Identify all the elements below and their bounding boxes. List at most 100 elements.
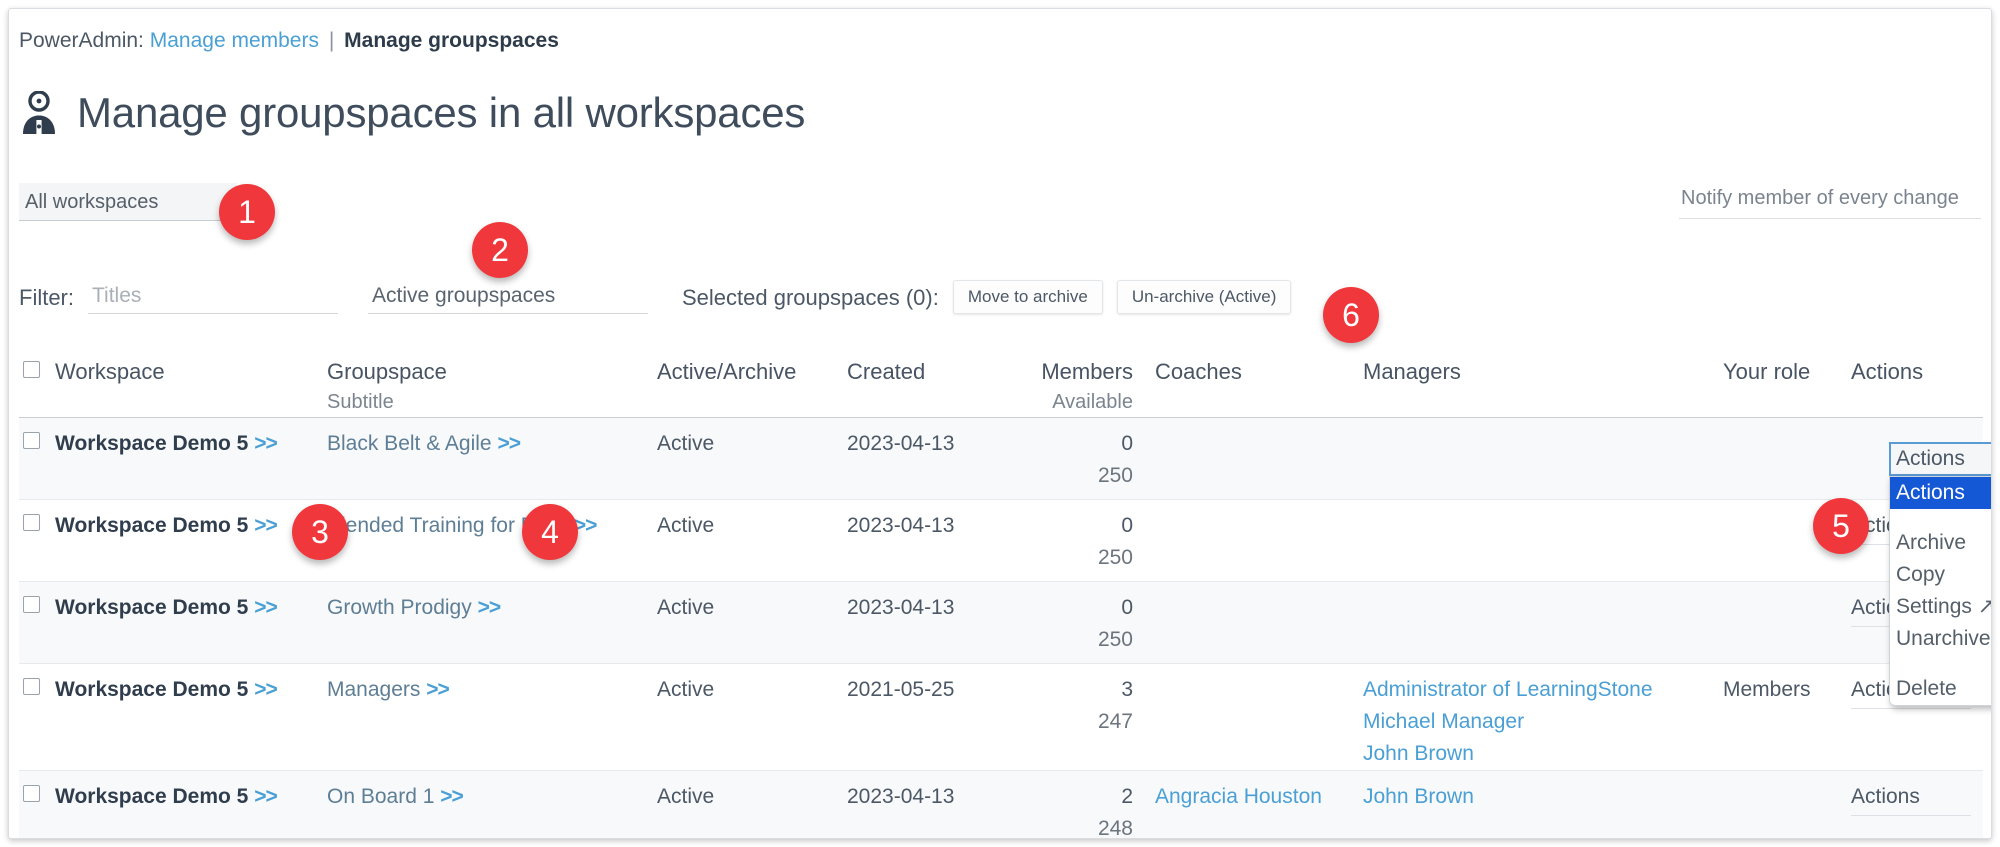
header-managers[interactable]: Managers (1363, 357, 1715, 387)
header-groupspace[interactable]: Groupspace (327, 357, 649, 387)
groupspace-name[interactable]: Growth Prodigy (327, 596, 472, 619)
members-cell: 0 250 (1015, 592, 1155, 656)
groupspace-cell: Blended Training for Pro's >> (327, 510, 657, 542)
created-cell: 2023-04-13 (847, 785, 955, 808)
workspace-cell: Workspace Demo 5 >> (55, 674, 327, 706)
row-checkbox[interactable] (23, 596, 40, 613)
breadcrumb-link-manage-members[interactable]: Manage members (150, 29, 319, 52)
person-link[interactable]: Michael Manager (1363, 706, 1715, 738)
members-cell: 3 247 (1015, 674, 1155, 738)
dropdown-option[interactable]: Delete (1890, 673, 1991, 705)
workspace-cell: Workspace Demo 5 >> (55, 428, 327, 460)
groupspace-cell: Black Belt & Agile >> (327, 428, 657, 460)
filter-toolbar: Filter: Active groupspaces Selected grou… (19, 274, 1292, 314)
dropdown-separator (1890, 509, 1991, 527)
state-cell: Active (657, 596, 715, 619)
created-cell: 2021-05-25 (847, 678, 955, 701)
created-cell: 2023-04-13 (847, 596, 955, 619)
created-cell: 2023-04-13 (847, 432, 955, 455)
filter-label: Filter: (19, 285, 74, 310)
annotation-marker-4: 4 (522, 504, 578, 560)
dropdown-option[interactable]: Archive (1890, 527, 1991, 559)
groupspace-name[interactable]: On Board 1 (327, 785, 434, 808)
workspace-open-link[interactable]: >> (254, 785, 278, 808)
dropdown-option[interactable]: Copy (1890, 559, 1991, 591)
move-to-archive-button[interactable]: Move to archive (952, 280, 1103, 314)
dropdown-option[interactable]: Settings ↗ (1890, 591, 1991, 623)
groupspace-cell: Managers >> (327, 674, 657, 706)
header-active-archive[interactable]: Active/Archive (657, 357, 839, 387)
header-coaches[interactable]: Coaches (1155, 357, 1355, 387)
annotation-marker-6: 6 (1323, 287, 1379, 343)
workspace-name: Workspace Demo 5 (55, 432, 249, 455)
groupspaces-table: Workspace Groupspace Subtitle Active/Arc… (19, 349, 1983, 838)
person-link[interactable]: John Brown (1363, 781, 1715, 813)
actions-cell: Actions (1851, 781, 1981, 816)
workspace-open-link[interactable]: >> (254, 678, 278, 701)
managers-cell: John Brown (1363, 781, 1723, 813)
row-select-cell (19, 592, 55, 613)
notify-member-label: Notify member of every change (1681, 187, 1959, 209)
groupspace-open-link[interactable]: >> (426, 678, 450, 701)
role-cell: Members (1723, 678, 1811, 701)
table-body: Workspace Demo 5 >> Black Belt & Agile >>… (19, 418, 1983, 838)
workspace-scope-select[interactable]: All workspaces (19, 183, 237, 221)
row-checkbox[interactable] (23, 678, 40, 695)
members-cell: 0 250 (1015, 510, 1155, 574)
page-title-row: Manage groupspaces in all workspaces (19, 89, 805, 137)
user-admin-icon (23, 91, 55, 134)
groupspace-cell: On Board 1 >> (327, 781, 657, 813)
actions-dropdown-trigger[interactable]: Actions (1889, 442, 1991, 476)
selected-groupspaces-label: Selected groupspaces (0): (682, 285, 939, 310)
annotation-marker-2: 2 (472, 222, 528, 278)
workspace-name: Workspace Demo 5 (55, 678, 249, 701)
dropdown-option[interactable]: Unarchive (1890, 623, 1991, 655)
groupspace-open-link[interactable]: >> (440, 785, 464, 808)
dropdown-separator (1890, 655, 1991, 673)
select-all-checkbox[interactable] (23, 361, 40, 378)
row-checkbox[interactable] (23, 785, 40, 802)
unarchive-active-button[interactable]: Un-archive (Active) (1116, 280, 1292, 314)
workspace-cell: Workspace Demo 5 >> (55, 510, 327, 542)
row-actions-select[interactable]: Actions (1851, 781, 1971, 816)
state-cell: Active (657, 785, 715, 808)
members-count: 0 (1121, 432, 1133, 455)
header-groupspace-subtitle: Subtitle (327, 391, 394, 413)
groupspace-open-link[interactable]: >> (478, 596, 502, 619)
header-actions: Actions (1851, 359, 1924, 384)
groupspace-name[interactable]: Black Belt & Agile (327, 432, 492, 455)
row-select-cell (19, 781, 55, 802)
dropdown-option[interactable]: Actions (1890, 477, 1991, 509)
workspace-cell: Workspace Demo 5 >> (55, 592, 327, 624)
groupspace-open-link[interactable]: >> (497, 432, 521, 455)
header-members[interactable]: Members (1015, 357, 1133, 387)
person-link[interactable]: Angracia Houston (1155, 781, 1355, 813)
annotation-marker-3: 3 (292, 504, 348, 560)
header-workspace[interactable]: Workspace (55, 357, 319, 387)
page-title: Manage groupspaces in all workspaces (77, 89, 806, 136)
actions-dropdown-list: Actions Archive Copy Settings ↗ Unarchive Del… (1889, 476, 1991, 706)
members-count: 0 (1121, 514, 1133, 537)
titles-filter-input[interactable] (88, 278, 338, 314)
groupspace-name[interactable]: Managers (327, 678, 420, 701)
person-link[interactable]: John Brown (1363, 738, 1715, 770)
row-checkbox[interactable] (23, 514, 40, 531)
row-select-cell (19, 674, 55, 695)
header-created[interactable]: Created (847, 357, 1007, 387)
workspace-name: Workspace Demo 5 (55, 514, 249, 537)
created-cell: 2023-04-13 (847, 514, 955, 537)
select-all-cell (19, 357, 55, 378)
active-groupspaces-select[interactable]: Active groupspaces (368, 278, 648, 314)
person-link[interactable]: Administrator of LearningStone (1363, 674, 1715, 706)
workspace-open-link[interactable]: >> (254, 514, 278, 537)
annotation-marker-1: 1 (219, 184, 275, 240)
members-available: 250 (1097, 628, 1133, 651)
table-row: Workspace Demo 5 >> Managers >> Active 2021… (19, 664, 1983, 771)
workspace-open-link[interactable]: >> (254, 432, 278, 455)
notify-member-field[interactable]: Notify member of every change (1679, 183, 1981, 219)
row-checkbox[interactable] (23, 432, 40, 449)
members-cell: 0 250 (1015, 428, 1155, 492)
header-your-role: Your role (1723, 359, 1811, 384)
coaches-cell: Angracia Houston (1155, 781, 1363, 813)
workspace-open-link[interactable]: >> (254, 596, 278, 619)
